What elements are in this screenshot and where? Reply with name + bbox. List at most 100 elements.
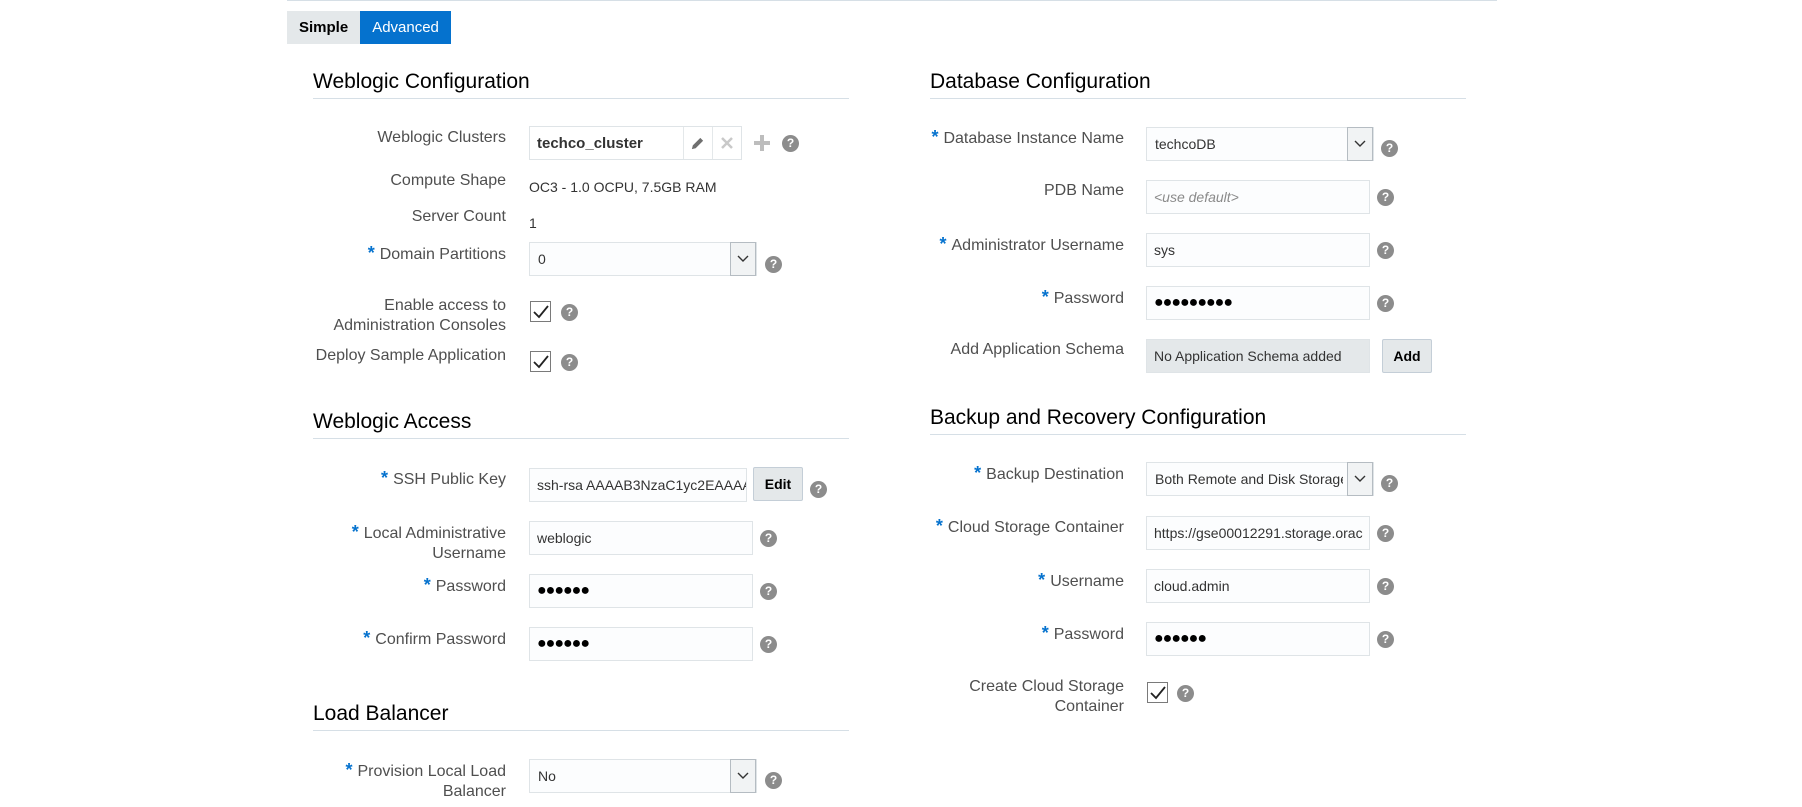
remove-icon[interactable] [712, 127, 740, 159]
application-schema-field: No Application Schema added [1146, 339, 1370, 373]
weblogic-access-title: Weblogic Access [313, 410, 472, 433]
local-admin-label-line1: Local Administrative [363, 525, 506, 542]
checkmark-icon [1149, 685, 1166, 699]
provision-label-line1: Provision Local Load [357, 763, 506, 780]
provision-load-balancer-value: No [538, 768, 556, 784]
ssh-public-key-input[interactable]: ssh-rsa AAAAB3NzaC1yc2EAAAA [529, 468, 747, 502]
section-divider [313, 730, 849, 731]
local-admin-username-label: * Local Administrative Username [300, 522, 506, 564]
admin-username-label: * Administrator Username [900, 234, 1124, 256]
cloud-storage-container-input[interactable]: https://gse00012291.storage.orac [1146, 516, 1370, 550]
ssh-public-key-label: * SSH Public Key [300, 468, 506, 490]
database-instance-label: * Database Instance Name [900, 127, 1124, 149]
database-instance-value: techcoDB [1155, 136, 1216, 152]
provision-load-balancer-label: * Provision Local Load Balancer [300, 760, 506, 802]
add-schema-button[interactable]: Add [1382, 339, 1432, 373]
help-icon[interactable]: ? [760, 530, 777, 547]
cloud-storage-container-label: * Cloud Storage Container [900, 516, 1124, 538]
server-count-label: Server Count [411, 208, 506, 225]
local-admin-label-line2: Username [432, 545, 506, 562]
edit-pencil-icon[interactable] [683, 127, 711, 159]
help-icon[interactable]: ? [1377, 242, 1394, 259]
required-marker: * [1041, 287, 1049, 307]
help-icon[interactable]: ? [561, 354, 578, 371]
enable-access-label-line2: Administration Consoles [333, 317, 506, 334]
backup-username-input[interactable]: cloud.admin [1146, 569, 1370, 603]
chevron-down-icon[interactable] [730, 242, 756, 276]
weblogic-password-input[interactable]: ●●●●●● [529, 574, 753, 608]
tab-advanced[interactable]: Advanced [360, 11, 451, 44]
ssh-edit-button[interactable]: Edit [753, 467, 803, 501]
backup-destination-value: Both Remote and Disk Storage [1155, 471, 1343, 487]
database-instance-select[interactable]: techcoDB [1146, 127, 1374, 161]
add-cluster-icon[interactable] [752, 133, 772, 158]
pdb-name-input[interactable]: <use default> [1146, 180, 1370, 214]
domain-partitions-label-text: Domain Partitions [379, 246, 506, 263]
backup-password-input[interactable]: ●●●●●● [1146, 622, 1370, 656]
help-icon[interactable]: ? [1377, 189, 1394, 206]
backup-destination-label-text: Backup Destination [986, 466, 1124, 483]
tab-simple[interactable]: Simple [287, 11, 361, 44]
database-password-input[interactable]: ●●●●●●●●● [1146, 286, 1370, 320]
add-application-schema-label: Add Application Schema [950, 341, 1124, 358]
chevron-down-icon[interactable] [730, 759, 756, 793]
create-container-label-line1: Create Cloud Storage [969, 678, 1124, 695]
help-icon[interactable]: ? [765, 256, 782, 273]
confirm-password-label: * Confirm Password [300, 628, 506, 650]
enable-access-label: Enable access to Administration Consoles [300, 296, 506, 336]
help-icon[interactable]: ? [1381, 475, 1398, 492]
backup-destination-label: * Backup Destination [900, 463, 1124, 485]
help-icon[interactable]: ? [760, 583, 777, 600]
required-marker: * [974, 463, 982, 483]
required-marker: * [1041, 623, 1049, 643]
section-divider [313, 438, 849, 439]
required-marker: * [931, 127, 939, 147]
chevron-down-icon[interactable] [1347, 127, 1373, 161]
weblogic-password-label: * Password [300, 575, 506, 597]
help-icon[interactable]: ? [765, 772, 782, 789]
help-icon[interactable]: ? [1377, 525, 1394, 542]
required-marker: * [935, 516, 943, 536]
help-icon[interactable]: ? [810, 481, 827, 498]
provision-load-balancer-select[interactable]: No [529, 759, 757, 793]
help-icon[interactable]: ? [1377, 295, 1394, 312]
create-container-checkbox[interactable] [1147, 682, 1168, 703]
weblogic-cluster-chip: techco_cluster [529, 126, 742, 160]
domain-partitions-label: * Domain Partitions [300, 243, 506, 265]
domain-partitions-value: 0 [538, 251, 546, 267]
required-marker: * [381, 468, 389, 488]
database-instance-label-text: Database Instance Name [943, 130, 1124, 147]
provision-label-line2: Balancer [442, 783, 506, 800]
domain-partitions-select[interactable]: 0 [529, 242, 757, 276]
backup-recovery-title: Backup and Recovery Configuration [930, 406, 1267, 429]
deploy-sample-label: Deploy Sample Application [315, 347, 506, 364]
chevron-down-icon[interactable] [1347, 462, 1373, 496]
admin-username-input[interactable]: sys [1146, 233, 1370, 267]
weblogic-clusters-label: Weblogic Clusters [377, 129, 506, 146]
compute-shape-value: OC3 - 1.0 OCPU, 7.5GB RAM [529, 179, 717, 195]
server-count-value: 1 [529, 215, 537, 231]
cluster-name: techco_cluster [537, 135, 643, 152]
local-admin-username-input[interactable]: weblogic [529, 521, 753, 555]
enable-access-checkbox[interactable] [530, 301, 551, 322]
ssh-public-key-label-text: SSH Public Key [393, 471, 506, 488]
create-container-label-line2: Container [1054, 698, 1124, 715]
confirm-password-input[interactable]: ●●●●●● [529, 627, 753, 661]
help-icon[interactable]: ? [1377, 631, 1394, 648]
help-icon[interactable]: ? [760, 636, 777, 653]
help-icon[interactable]: ? [561, 304, 578, 321]
help-icon[interactable]: ? [1177, 685, 1194, 702]
required-marker: * [1038, 570, 1046, 590]
help-icon[interactable]: ? [1381, 140, 1398, 157]
help-icon[interactable]: ? [1377, 578, 1394, 595]
pdb-name-label: PDB Name [1043, 182, 1124, 199]
section-divider [930, 434, 1466, 435]
help-icon[interactable]: ? [782, 135, 799, 152]
deploy-sample-checkbox[interactable] [530, 351, 551, 372]
mode-tabs: Simple Advanced [287, 11, 451, 44]
checkmark-icon [532, 354, 549, 368]
backup-destination-select[interactable]: Both Remote and Disk Storage [1146, 462, 1374, 496]
required-marker: * [367, 243, 375, 263]
cloud-storage-container-label-text: Cloud Storage Container [947, 519, 1124, 536]
required-marker: * [423, 575, 431, 595]
